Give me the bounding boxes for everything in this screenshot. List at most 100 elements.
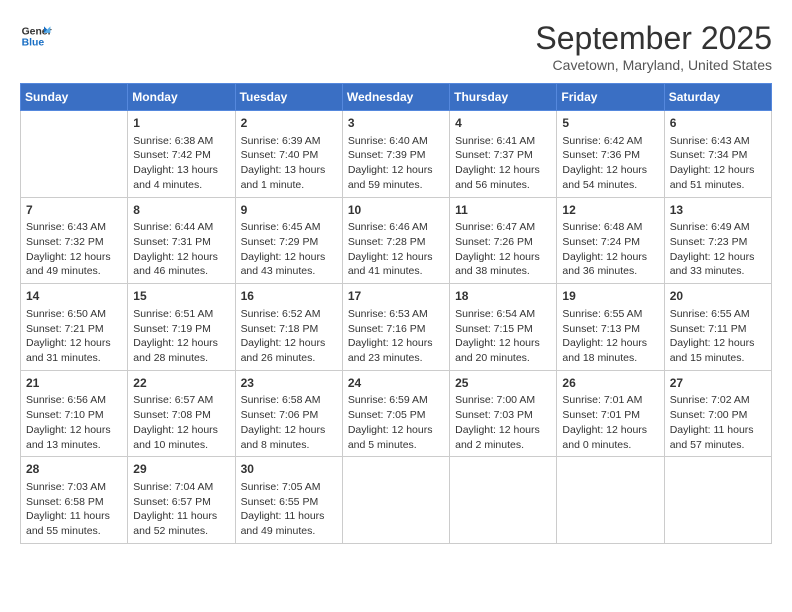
day-info: Sunrise: 6:39 AM Sunset: 7:40 PM Dayligh… <box>241 134 337 193</box>
day-number: 28 <box>26 461 122 478</box>
month-title: September 2025 <box>535 20 772 57</box>
day-number: 16 <box>241 288 337 305</box>
day-number: 23 <box>241 375 337 392</box>
calendar-cell: 9Sunrise: 6:45 AM Sunset: 7:29 PM Daylig… <box>235 197 342 284</box>
day-number: 24 <box>348 375 444 392</box>
calendar-cell: 14 Sunrise: 6:50 AM Sunset: 7:21 PM Dayli… <box>21 284 128 371</box>
column-header-sunday: Sunday <box>21 84 128 111</box>
calendar-cell: 2 Sunrise: 6:39 AM Sunset: 7:40 PM Daylig… <box>235 111 342 198</box>
calendar-cell: 4Sunrise: 6:41 AM Sunset: 7:37 PM Daylig… <box>450 111 557 198</box>
calendar-cell: 19Sunrise: 6:55 AM Sunset: 7:13 PM Dayli… <box>557 284 664 371</box>
day-info: Sunrise: 6:49 AM Sunset: 7:23 PM Dayligh… <box>670 220 766 279</box>
calendar-cell: 11Sunrise: 6:47 AM Sunset: 7:26 PM Dayli… <box>450 197 557 284</box>
calendar-cell: 18 Sunrise: 6:54 AM Sunset: 7:15 PM Dayli… <box>450 284 557 371</box>
calendar-cell <box>450 457 557 544</box>
day-number: 2 <box>241 115 337 132</box>
day-number: 27 <box>670 375 766 392</box>
day-number: 8 <box>133 202 229 219</box>
day-number: 14 <box>26 288 122 305</box>
calendar-cell: 8Sunrise: 6:44 AM Sunset: 7:31 PM Daylig… <box>128 197 235 284</box>
day-info: Sunrise: 6:41 AM Sunset: 7:37 PM Dayligh… <box>455 134 551 193</box>
calendar-cell: 10Sunrise: 6:46 AM Sunset: 7:28 PM Dayli… <box>342 197 449 284</box>
day-number: 29 <box>133 461 229 478</box>
week-row-2: 7Sunrise: 6:43 AM Sunset: 7:32 PM Daylig… <box>21 197 772 284</box>
day-info: Sunrise: 7:05 AM Sunset: 6:55 PM Dayligh… <box>241 480 337 539</box>
day-info: Sunrise: 6:45 AM Sunset: 7:29 PM Dayligh… <box>241 220 337 279</box>
calendar-cell: 29Sunrise: 7:04 AM Sunset: 6:57 PM Dayli… <box>128 457 235 544</box>
day-info: Sunrise: 7:00 AM Sunset: 7:03 PM Dayligh… <box>455 393 551 452</box>
calendar-cell: 6Sunrise: 6:43 AM Sunset: 7:34 PM Daylig… <box>664 111 771 198</box>
calendar-cell: 16 Sunrise: 6:52 AM Sunset: 7:18 PM Dayli… <box>235 284 342 371</box>
calendar-cell: 26Sunrise: 7:01 AM Sunset: 7:01 PM Dayli… <box>557 370 664 457</box>
day-info: Sunrise: 6:43 AM Sunset: 7:32 PM Dayligh… <box>26 220 122 279</box>
day-number: 26 <box>562 375 658 392</box>
calendar-cell: 15 Sunrise: 6:51 AM Sunset: 7:19 PM Dayli… <box>128 284 235 371</box>
day-info: Sunrise: 6:55 AM Sunset: 7:11 PM Dayligh… <box>670 307 766 366</box>
title-block: September 2025 Cavetown, Maryland, Unite… <box>535 20 772 73</box>
day-info: Sunrise: 6:40 AM Sunset: 7:39 PM Dayligh… <box>348 134 444 193</box>
day-info: Sunrise: 6:56 AM Sunset: 7:10 PM Dayligh… <box>26 393 122 452</box>
day-number: 3 <box>348 115 444 132</box>
day-info: Sunrise: 6:57 AM Sunset: 7:08 PM Dayligh… <box>133 393 229 452</box>
day-info: Sunrise: 6:47 AM Sunset: 7:26 PM Dayligh… <box>455 220 551 279</box>
column-header-tuesday: Tuesday <box>235 84 342 111</box>
day-info: Sunrise: 6:48 AM Sunset: 7:24 PM Dayligh… <box>562 220 658 279</box>
day-number: 15 <box>133 288 229 305</box>
calendar-cell: 22Sunrise: 6:57 AM Sunset: 7:08 PM Dayli… <box>128 370 235 457</box>
day-number: 11 <box>455 202 551 219</box>
column-header-saturday: Saturday <box>664 84 771 111</box>
calendar-cell: 5Sunrise: 6:42 AM Sunset: 7:36 PM Daylig… <box>557 111 664 198</box>
day-info: Sunrise: 6:51 AM Sunset: 7:19 PM Dayligh… <box>133 307 229 366</box>
calendar-cell <box>557 457 664 544</box>
logo: General Blue <box>20 20 52 52</box>
calendar-cell: 7Sunrise: 6:43 AM Sunset: 7:32 PM Daylig… <box>21 197 128 284</box>
calendar-cell: 24Sunrise: 6:59 AM Sunset: 7:05 PM Dayli… <box>342 370 449 457</box>
calendar-cell: 23Sunrise: 6:58 AM Sunset: 7:06 PM Dayli… <box>235 370 342 457</box>
calendar-cell <box>21 111 128 198</box>
calendar-cell: 21Sunrise: 6:56 AM Sunset: 7:10 PM Dayli… <box>21 370 128 457</box>
column-header-wednesday: Wednesday <box>342 84 449 111</box>
day-info: Sunrise: 6:55 AM Sunset: 7:13 PM Dayligh… <box>562 307 658 366</box>
calendar-cell: 28Sunrise: 7:03 AM Sunset: 6:58 PM Dayli… <box>21 457 128 544</box>
svg-text:Blue: Blue <box>22 38 45 49</box>
day-number: 7 <box>26 202 122 219</box>
calendar-cell: 27Sunrise: 7:02 AM Sunset: 7:00 PM Dayli… <box>664 370 771 457</box>
day-info: Sunrise: 6:54 AM Sunset: 7:15 PM Dayligh… <box>455 307 551 366</box>
day-info: Sunrise: 6:44 AM Sunset: 7:31 PM Dayligh… <box>133 220 229 279</box>
calendar-cell: 12Sunrise: 6:48 AM Sunset: 7:24 PM Dayli… <box>557 197 664 284</box>
day-number: 10 <box>348 202 444 219</box>
calendar-table: SundayMondayTuesdayWednesdayThursdayFrid… <box>20 83 772 544</box>
day-info: Sunrise: 6:52 AM Sunset: 7:18 PM Dayligh… <box>241 307 337 366</box>
header-row: SundayMondayTuesdayWednesdayThursdayFrid… <box>21 84 772 111</box>
column-header-thursday: Thursday <box>450 84 557 111</box>
page-header: General Blue September 2025 Cavetown, Ma… <box>20 20 772 73</box>
day-number: 20 <box>670 288 766 305</box>
day-number: 13 <box>670 202 766 219</box>
day-info: Sunrise: 6:38 AM Sunset: 7:42 PM Dayligh… <box>133 134 229 193</box>
calendar-cell <box>342 457 449 544</box>
day-info: Sunrise: 6:58 AM Sunset: 7:06 PM Dayligh… <box>241 393 337 452</box>
day-info: Sunrise: 6:50 AM Sunset: 7:21 PM Dayligh… <box>26 307 122 366</box>
calendar-cell: 13Sunrise: 6:49 AM Sunset: 7:23 PM Dayli… <box>664 197 771 284</box>
day-info: Sunrise: 7:02 AM Sunset: 7:00 PM Dayligh… <box>670 393 766 452</box>
day-number: 18 <box>455 288 551 305</box>
week-row-3: 14 Sunrise: 6:50 AM Sunset: 7:21 PM Dayli… <box>21 284 772 371</box>
day-number: 6 <box>670 115 766 132</box>
day-number: 30 <box>241 461 337 478</box>
day-number: 9 <box>241 202 337 219</box>
calendar-cell: 25Sunrise: 7:00 AM Sunset: 7:03 PM Dayli… <box>450 370 557 457</box>
day-number: 17 <box>348 288 444 305</box>
week-row-5: 28Sunrise: 7:03 AM Sunset: 6:58 PM Dayli… <box>21 457 772 544</box>
day-info: Sunrise: 6:59 AM Sunset: 7:05 PM Dayligh… <box>348 393 444 452</box>
day-number: 5 <box>562 115 658 132</box>
week-row-4: 21Sunrise: 6:56 AM Sunset: 7:10 PM Dayli… <box>21 370 772 457</box>
calendar-cell <box>664 457 771 544</box>
location-subtitle: Cavetown, Maryland, United States <box>535 57 772 73</box>
day-number: 22 <box>133 375 229 392</box>
day-info: Sunrise: 6:53 AM Sunset: 7:16 PM Dayligh… <box>348 307 444 366</box>
calendar-cell: 20 Sunrise: 6:55 AM Sunset: 7:11 PM Dayli… <box>664 284 771 371</box>
calendar-cell: 3 Sunrise: 6:40 AM Sunset: 7:39 PM Daylig… <box>342 111 449 198</box>
day-number: 21 <box>26 375 122 392</box>
day-number: 25 <box>455 375 551 392</box>
logo-icon: General Blue <box>20 20 52 52</box>
